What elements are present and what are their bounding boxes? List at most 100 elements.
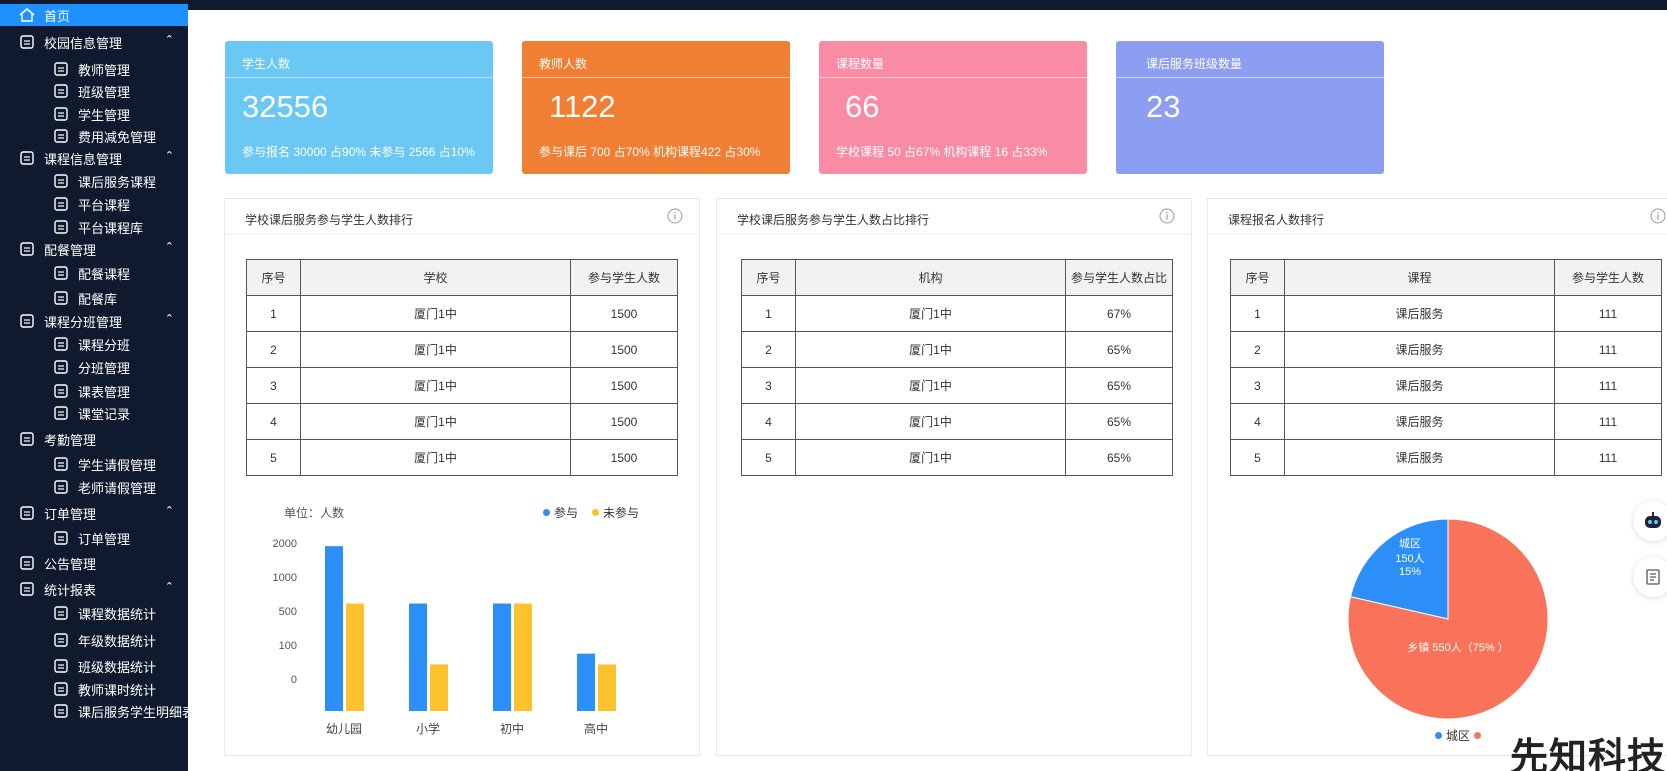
table-cell: 111 bbox=[1554, 439, 1662, 476]
table-row[interactable]: 3 厦门1中 65% bbox=[741, 367, 1173, 404]
table-row[interactable]: 2 厦门1中 1500 bbox=[246, 331, 678, 368]
notes-button[interactable] bbox=[1633, 557, 1667, 597]
sidebar-item[interactable]: 平台课程 bbox=[0, 193, 188, 215]
order-icon bbox=[18, 504, 36, 522]
class-count-card[interactable]: 课后服务班级数量 23 bbox=[1116, 41, 1384, 174]
report-icon bbox=[18, 580, 36, 598]
sidebar-item[interactable]: 考勤管理 bbox=[0, 428, 188, 450]
sidebar-item[interactable]: 教师课时统计 bbox=[0, 678, 188, 700]
sidebar-item-label: 分班管理 bbox=[78, 360, 131, 376]
sidebar-item[interactable]: 配餐课程 bbox=[0, 262, 188, 284]
sidebar-item[interactable]: 课后服务课程 bbox=[0, 170, 188, 192]
teacher-count-card[interactable]: 教师人数 1122 参与课后 700 占70% 机构课程422 占30% bbox=[522, 41, 790, 174]
column-header: 机构 bbox=[795, 259, 1066, 296]
column-header: 参与学生人数占比 bbox=[1065, 259, 1173, 296]
bar-participating[interactable] bbox=[577, 653, 595, 711]
bar-participating[interactable] bbox=[493, 603, 511, 712]
bar-not-participating[interactable] bbox=[346, 603, 364, 712]
sidebar-item[interactable]: 教师管理 bbox=[0, 58, 188, 80]
sidebar-item[interactable]: 课堂记录 bbox=[0, 402, 188, 424]
chevron-up-icon[interactable]: ⌃ bbox=[165, 149, 174, 162]
bar-not-participating[interactable] bbox=[430, 664, 448, 711]
table-row[interactable]: 5 厦门1中 65% bbox=[741, 439, 1173, 476]
column-header: 参与学生人数 bbox=[1554, 259, 1662, 296]
bar-not-participating[interactable] bbox=[514, 603, 532, 712]
legend-label[interactable]: 城区 bbox=[1446, 727, 1470, 744]
sidebar-item[interactable]: 班级数据统计 bbox=[0, 655, 188, 677]
brand-watermark: 先知科技 bbox=[1510, 735, 1667, 771]
info-icon[interactable] bbox=[1159, 208, 1175, 224]
info-icon[interactable] bbox=[667, 208, 683, 224]
legend-label[interactable]: 未参与 bbox=[603, 504, 639, 521]
legend-dot bbox=[1435, 732, 1442, 739]
table-row[interactable]: 5 课后服务 111 bbox=[1230, 439, 1662, 476]
sidebar-item[interactable]: 课程分班 bbox=[0, 333, 188, 355]
sidebar-item[interactable]: 老师请假管理 bbox=[0, 476, 188, 498]
table-cell: 65% bbox=[1065, 367, 1173, 404]
info-icon[interactable] bbox=[1650, 208, 1666, 224]
table-row[interactable]: 1 厦门1中 67% bbox=[741, 295, 1173, 332]
sidebar-item[interactable]: 订单管理 ⌃ bbox=[0, 502, 188, 524]
table-cell: 厦门1中 bbox=[300, 295, 571, 332]
student-count-card[interactable]: 学生人数 32556 参与报名 30000 占90% 未参与 2566 占10% bbox=[225, 41, 493, 174]
table-row[interactable]: 4 厦门1中 1500 bbox=[246, 403, 678, 440]
table-row[interactable]: 3 厦门1中 1500 bbox=[246, 367, 678, 404]
column-header: 序号 bbox=[1230, 259, 1285, 296]
sidebar-item[interactable]: 平台课程库 bbox=[0, 216, 188, 238]
note-icon bbox=[1646, 569, 1660, 585]
legend-label[interactable]: 参与 bbox=[554, 504, 578, 521]
table-row[interactable]: 3 课后服务 111 bbox=[1230, 367, 1662, 404]
split-class-icon bbox=[52, 335, 70, 353]
robot-icon bbox=[1645, 512, 1661, 528]
table-row[interactable]: 2 课后服务 111 bbox=[1230, 331, 1662, 368]
assistant-bot-button[interactable] bbox=[1633, 501, 1667, 541]
card-subtext: 参与课后 700 占70% 机构课程422 占30% bbox=[539, 145, 761, 159]
chevron-up-icon[interactable]: ⌃ bbox=[165, 33, 174, 46]
sidebar-item[interactable]: 课程分班管理 ⌃ bbox=[0, 310, 188, 332]
table-row[interactable]: 1 课后服务 111 bbox=[1230, 295, 1662, 332]
chevron-up-icon[interactable]: ⌃ bbox=[165, 312, 174, 325]
sidebar-item[interactable]: 分班管理 bbox=[0, 356, 188, 378]
card-subtext: 学校课程 50 占67% 机构课程 16 占33% bbox=[836, 145, 1048, 159]
sidebar-item[interactable]: 课程信息管理 ⌃ bbox=[0, 147, 188, 169]
bar-not-participating[interactable] bbox=[598, 664, 616, 711]
sidebar-item[interactable]: 课程数据统计 bbox=[0, 602, 188, 624]
school-icon bbox=[18, 33, 36, 51]
chevron-up-icon[interactable]: ⌃ bbox=[165, 580, 174, 593]
table-row[interactable]: 4 厦门1中 65% bbox=[741, 403, 1173, 440]
table-row[interactable]: 1 厦门1中 1500 bbox=[246, 295, 678, 332]
sidebar-item[interactable]: 配餐库 bbox=[0, 287, 188, 309]
chevron-up-icon[interactable]: ⌃ bbox=[165, 504, 174, 517]
sidebar-item[interactable]: 课表管理 bbox=[0, 380, 188, 402]
sidebar-item[interactable]: 学生请假管理 bbox=[0, 453, 188, 475]
sidebar-item[interactable]: 公告管理 bbox=[0, 552, 188, 574]
pie-legend: 城区 bbox=[1435, 727, 1482, 744]
chevron-up-icon[interactable]: ⌃ bbox=[165, 240, 174, 253]
table-cell: 课后服务 bbox=[1284, 403, 1555, 440]
layers-icon bbox=[52, 218, 70, 236]
bar-participating[interactable] bbox=[325, 546, 343, 711]
meal-course-icon bbox=[52, 264, 70, 282]
sidebar-item[interactable]: 首页 bbox=[0, 4, 188, 26]
sidebar-item[interactable]: 校园信息管理 ⌃ bbox=[0, 31, 188, 53]
table-cell: 1500 bbox=[570, 295, 678, 332]
table-row[interactable]: 5 厦门1中 1500 bbox=[246, 439, 678, 476]
bar-participating[interactable] bbox=[409, 603, 427, 712]
table-cell: 厦门1中 bbox=[795, 331, 1066, 368]
sidebar-item[interactable]: 订单管理 bbox=[0, 527, 188, 549]
card-value: 66 bbox=[845, 89, 880, 124]
sidebar-item[interactable]: 学生管理 bbox=[0, 103, 188, 125]
panel-header: 学校课后服务参与学生人数占比排行 bbox=[717, 199, 1191, 235]
table-row[interactable]: 4 课后服务 111 bbox=[1230, 403, 1662, 440]
sidebar-item[interactable]: 统计报表 ⌃ bbox=[0, 578, 188, 600]
column-header: 课程 bbox=[1284, 259, 1555, 296]
sidebar-item[interactable]: 课后服务学生明细表 bbox=[0, 700, 188, 722]
sidebar-item[interactable]: 年级数据统计 bbox=[0, 629, 188, 651]
sidebar-item[interactable]: 费用减免管理 bbox=[0, 125, 188, 147]
course-count-card[interactable]: 课程数量 66 学校课程 50 占67% 机构课程 16 占33% bbox=[819, 41, 1087, 174]
table-cell: 4 bbox=[246, 403, 301, 440]
table-row[interactable]: 2 厦门1中 65% bbox=[741, 331, 1173, 368]
sidebar-item[interactable]: 班级管理 bbox=[0, 80, 188, 102]
book-icon bbox=[18, 149, 36, 167]
sidebar-item[interactable]: 配餐管理 ⌃ bbox=[0, 238, 188, 260]
